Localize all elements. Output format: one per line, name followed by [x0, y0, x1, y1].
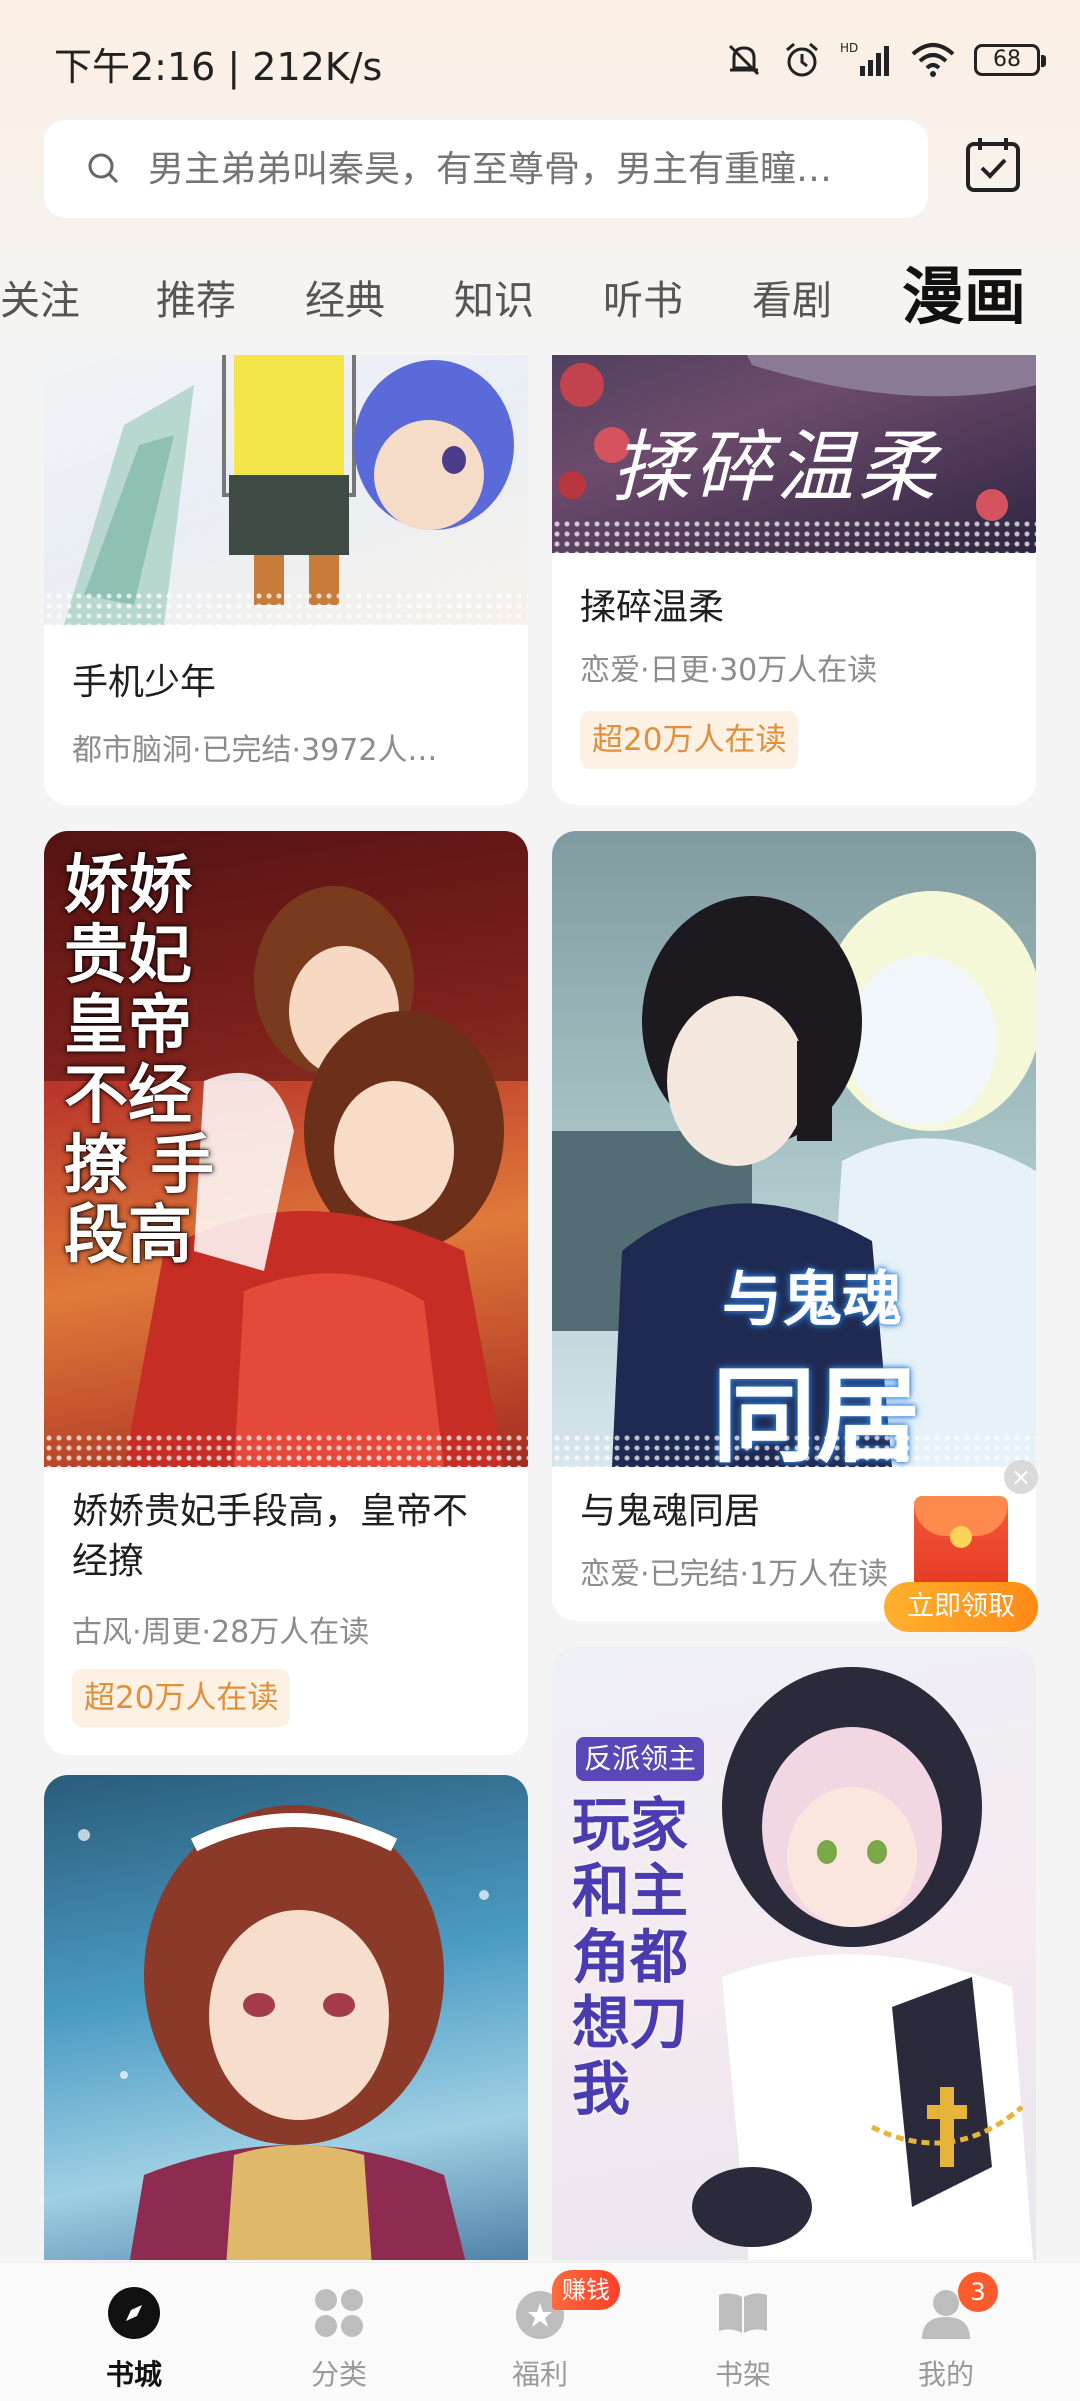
comic-card[interactable]: 娇娇贵妃 皇帝不经撩 手段高 娇娇贵妃手段高，皇帝不经撩 古风·周更·28万人在… — [44, 831, 528, 1755]
claim-now-button[interactable]: 立即领取 — [884, 1582, 1038, 1632]
cover-illustration — [64, 355, 514, 625]
popularity-badge: 超20万人在读 — [580, 711, 799, 769]
comic-cover: 揉碎温柔 — [552, 355, 1036, 553]
comic-card[interactable] — [44, 1775, 528, 2260]
close-icon[interactable]: × — [1004, 1460, 1038, 1494]
tab-knowledge[interactable]: 知识 — [454, 268, 534, 326]
battery-icon: 68 — [974, 44, 1046, 76]
nav-category[interactable]: 分类 — [269, 2263, 409, 2401]
comic-cover — [44, 1775, 528, 2260]
comic-meta: 恋爱·日更·30万人在读 — [580, 653, 878, 688]
notification-count-badge: 3 — [958, 2272, 998, 2312]
comic-cover: 反派领主 玩家和主角都想刀我 — [552, 1647, 1036, 2260]
compass-icon — [108, 2287, 160, 2339]
red-packet-promo[interactable]: × 立即领取 — [884, 1460, 1038, 1632]
nav-label: 书城 — [105, 2358, 162, 2391]
comic-meta: 古风·周更·28万人在读 — [72, 1615, 370, 1650]
nav-label: 我的 — [917, 2358, 974, 2391]
search-bar[interactable] — [44, 120, 928, 218]
tab-recommend[interactable]: 推荐 — [156, 268, 236, 326]
status-icons: HD 68 — [724, 38, 1046, 82]
cover-wave-decoration — [44, 591, 528, 625]
cover-wave-decoration — [552, 519, 1036, 553]
status-bar: 下午2:16 | 212K/s HD 68 — [0, 0, 1080, 120]
comic-title: 揉碎温柔 — [580, 587, 725, 628]
wifi-icon — [911, 43, 955, 77]
cover-wave-decoration — [44, 1433, 528, 1467]
comic-title: 手机少年 — [72, 662, 217, 703]
comic-cover: 娇娇贵妃 皇帝不经撩 手段高 — [44, 831, 528, 1467]
comic-card[interactable]: 反派领主 玩家和主角都想刀我 — [552, 1647, 1036, 2260]
category-tabs: 关注 推荐 经典 知识 听书 看剧 漫画 — [0, 238, 1080, 348]
nav-bookshelf[interactable]: 书架 — [673, 2263, 813, 2401]
cover-title-art: 反派领主 — [576, 1737, 705, 1781]
cover-title-art: 与鬼魂 — [722, 1265, 902, 1335]
search-input[interactable] — [146, 147, 890, 191]
nav-label: 书架 — [714, 2358, 771, 2391]
nav-bookstore[interactable]: 书城 — [64, 2263, 204, 2401]
comic-meta: 都市脑洞·已完结·3972人… — [72, 733, 438, 768]
comic-cover: 与鬼魂 同居 — [552, 831, 1036, 1467]
cover-title-art: 揉碎温柔 — [612, 423, 941, 513]
bottom-navigation: 书城 分类 福利 书架 我的 — [0, 2262, 1080, 2401]
cover-illustration — [78, 1805, 489, 2260]
status-time: 下午2:16 | 212K/s — [54, 45, 383, 89]
comic-title: 娇娇贵妃手段高，皇帝不经撩 — [72, 1491, 469, 1582]
comic-card[interactable]: 揉碎温柔 揉碎温柔 恋爱·日更·30万人在读 超20万人在读 — [552, 355, 1036, 805]
cover-title-art-sub: 玩家和主角都想刀我 — [572, 1791, 689, 2123]
tab-drama[interactable]: 看剧 — [752, 268, 832, 326]
comic-cover — [44, 355, 528, 625]
earn-money-badge: 赚钱 — [552, 2270, 620, 2310]
category-icon — [315, 2289, 363, 2337]
alarm-icon — [786, 42, 818, 77]
tab-follow[interactable]: 关注 — [0, 268, 80, 326]
mute-bell-icon — [728, 44, 760, 76]
bookshelf-icon — [719, 2293, 767, 2333]
hd-signal-icon: HD — [840, 41, 889, 76]
tab-classic[interactable]: 经典 — [305, 268, 385, 326]
popularity-badge: 超20万人在读 — [72, 1669, 291, 1727]
nav-label: 分类 — [310, 2358, 367, 2391]
search-icon — [88, 153, 119, 184]
svg-text:HD: HD — [840, 41, 858, 55]
cover-title-art: 娇娇贵妃 皇帝不经撩 手段高 — [64, 849, 215, 1273]
calendar-check-icon[interactable] — [962, 134, 1024, 196]
tab-comics[interactable]: 漫画 — [902, 246, 1026, 336]
comic-card[interactable]: 手机少年 都市脑洞·已完结·3972人… — [44, 355, 528, 805]
nav-label: 福利 — [511, 2358, 568, 2391]
tab-audiobook[interactable]: 听书 — [603, 268, 683, 326]
comic-feed: 手机少年 都市脑洞·已完结·3972人… 揉碎温柔 揉碎温柔 恋爱·日更·30万… — [0, 355, 1080, 2260]
